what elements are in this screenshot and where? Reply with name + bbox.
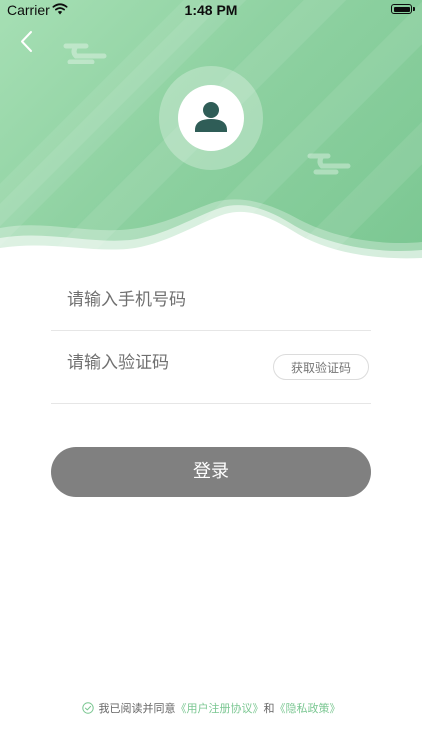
battery-icon	[391, 4, 412, 14]
phone-field	[51, 270, 371, 331]
chevron-left-icon	[21, 31, 32, 52]
back-button[interactable]	[14, 28, 42, 56]
cloud-icon	[307, 153, 351, 175]
avatar[interactable]	[178, 85, 244, 151]
battery-tip	[413, 7, 415, 11]
agreement-conjunction: 和	[263, 702, 275, 715]
status-bar: Carrier 1:48 PM	[0, 0, 422, 22]
login-button[interactable]: 登录	[51, 447, 371, 497]
agreement-prefix: 我已阅读并同意	[98, 702, 176, 715]
verification-code-input[interactable]	[51, 333, 277, 393]
user-icon	[195, 102, 227, 132]
phone-input[interactable]	[51, 270, 277, 330]
get-code-button[interactable]: 获取验证码	[273, 354, 369, 380]
checkbox-icon[interactable]	[81, 702, 94, 714]
header-banner	[0, 0, 422, 265]
cloud-icon	[63, 43, 107, 64]
wave-divider	[0, 199, 422, 265]
user-agreement-link[interactable]: 《用户注册协议》	[176, 702, 264, 715]
privacy-policy-link[interactable]: 《隐私政策》	[275, 702, 341, 715]
clock: 1:48 PM	[184, 2, 238, 18]
code-field: 获取验证码	[51, 333, 371, 404]
agreement-row: 我已阅读并同意《用户注册协议》和《隐私政策》	[0, 700, 422, 716]
